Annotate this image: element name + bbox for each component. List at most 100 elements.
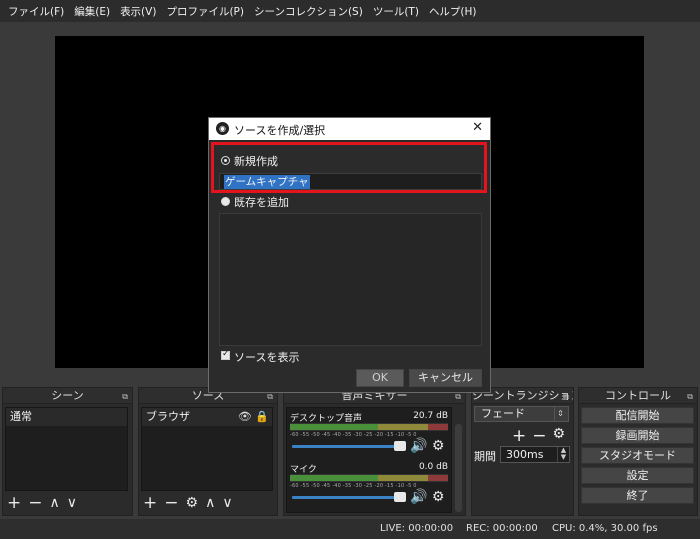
updown-arrow-icon: ⇕	[554, 407, 566, 421]
float-icon[interactable]: ⧉	[122, 389, 128, 404]
start-recording-button[interactable]: 録画開始	[581, 427, 694, 444]
existing-source-list[interactable]	[219, 213, 482, 346]
volume-slider[interactable]	[292, 496, 402, 499]
sources-toolbar: + − ⚙ ∧ ∨	[143, 493, 233, 513]
add-source-icon[interactable]: +	[143, 494, 157, 512]
sources-dock: ソース ⧉ ブラウザ 👁 🔒 + − ⚙ ∧ ∨	[138, 387, 278, 516]
menu-tools[interactable]: ツール(T)	[368, 4, 424, 19]
menu-view[interactable]: 表示(V)	[115, 4, 161, 19]
source-row-icons: 👁 🔒	[238, 408, 269, 425]
gear-icon[interactable]: ⚙	[553, 426, 566, 446]
transition-select-value: フェード	[481, 407, 525, 420]
source-item[interactable]: ブラウザ 👁 🔒	[142, 408, 272, 426]
gear-icon[interactable]: ⚙	[432, 438, 445, 454]
scenes-dock-body: 通常 + − ∧ ∨	[2, 404, 133, 516]
move-down-icon[interactable]: ∨	[222, 494, 232, 512]
create-new-label: 新規作成	[234, 155, 278, 168]
obs-logo-icon: ◉	[216, 122, 229, 135]
scenes-dock: シーン ⧉ 通常 + − ∧ ∨	[2, 387, 133, 516]
move-up-icon[interactable]: ∧	[205, 494, 215, 512]
meter-warn	[378, 424, 428, 430]
dialog-title: ソースを作成/選択	[234, 124, 326, 137]
add-existing-radio[interactable]	[221, 197, 230, 206]
remove-source-icon[interactable]: −	[164, 494, 178, 512]
volume-slider-handle[interactable]	[394, 492, 406, 502]
exit-button[interactable]: 終了	[581, 487, 694, 504]
duration-label: 期間	[474, 450, 496, 463]
menubar: ファイル(F) 編集(E) 表示(V) プロファイル(P) シーンコレクション(…	[0, 0, 700, 22]
transitions-dock: シーントランジション ⧉ フェード ⇕ + − ⚙ 期間 300ms ▲ ▼	[471, 387, 574, 516]
speaker-icon[interactable]: 🔊	[410, 489, 427, 505]
volume-meter	[290, 423, 448, 431]
float-icon[interactable]: ⧉	[687, 389, 693, 404]
menu-edit[interactable]: 編集(E)	[69, 4, 115, 19]
mixer-dock: 音声ミキサー ⧉ デスクトップ音声 20.7 dB -60 -55 -50 -4…	[283, 387, 466, 516]
controls-dock-title-text: コントロール	[605, 389, 671, 402]
gear-icon[interactable]: ⚙	[432, 489, 445, 505]
transitions-dock-body: フェード ⇕ + − ⚙ 期間 300ms ▲ ▼	[471, 404, 574, 516]
gear-icon[interactable]: ⚙	[186, 494, 199, 512]
remove-transition-icon[interactable]: −	[532, 426, 546, 446]
track-controls: 🔊 ⚙	[410, 438, 444, 454]
source-item-label: ブラウザ	[146, 410, 190, 423]
add-scene-icon[interactable]: +	[7, 494, 21, 512]
controls-dock-body: 配信開始 録画開始 スタジオモード 設定 終了	[578, 404, 698, 516]
scene-item[interactable]: 通常	[6, 408, 127, 426]
settings-button[interactable]: 設定	[581, 467, 694, 484]
speaker-icon[interactable]: 🔊	[410, 438, 427, 454]
create-new-radio[interactable]	[221, 156, 230, 165]
track-db: 20.7 dB	[413, 411, 448, 421]
controls-dock-title: コントロール ⧉	[578, 387, 698, 404]
move-up-icon[interactable]: ∧	[50, 494, 60, 512]
ok-button[interactable]: OK	[356, 369, 404, 387]
menu-scene-collection[interactable]: シーンコレクション(S)	[249, 4, 368, 19]
scenes-toolbar: + − ∧ ∨	[7, 493, 77, 513]
duration-value: 300ms	[506, 448, 544, 461]
create-source-dialog: ◉ ソースを作成/選択 ✕ 新規作成 ゲームキャプチャ 既存を追加 ソースを表示…	[208, 117, 491, 393]
menu-help[interactable]: ヘルプ(H)	[424, 4, 482, 19]
add-existing-label: 既存を追加	[234, 196, 289, 209]
add-transition-icon[interactable]: +	[512, 426, 526, 446]
spinner-icon[interactable]: ▲ ▼	[557, 447, 569, 462]
remove-scene-icon[interactable]: −	[28, 494, 42, 512]
dialog-titlebar[interactable]: ◉ ソースを作成/選択 ✕	[209, 118, 490, 140]
cancel-button[interactable]: キャンセル	[409, 369, 482, 387]
volume-slider-handle[interactable]	[394, 441, 406, 451]
float-icon[interactable]: ⧉	[563, 389, 569, 403]
meter-warn	[378, 475, 428, 481]
volume-meter	[290, 474, 448, 482]
mixer-track-desktop: デスクトップ音声 20.7 dB -60 -55 -50 -45 -40 -35…	[290, 411, 450, 461]
move-down-icon[interactable]: ∨	[67, 494, 77, 512]
menu-profile[interactable]: プロファイル(P)	[161, 4, 249, 19]
transition-select[interactable]: フェード ⇕	[474, 406, 569, 422]
volume-slider[interactable]	[292, 445, 402, 448]
meter-level	[290, 424, 378, 430]
rec-time: REC: 00:00:00	[466, 523, 538, 534]
track-db: 0.0 dB	[418, 462, 448, 472]
mixer-list: デスクトップ音声 20.7 dB -60 -55 -50 -45 -40 -35…	[286, 407, 452, 513]
source-list[interactable]: ブラウザ 👁 🔒	[141, 407, 273, 491]
studio-mode-button[interactable]: スタジオモード	[581, 447, 694, 464]
scenes-dock-title-text: シーン	[51, 389, 84, 402]
transition-toolbar: + − ⚙	[512, 426, 565, 446]
show-source-checkbox[interactable]	[221, 349, 230, 360]
meter-peak	[428, 475, 448, 481]
statusbar: LIVE: 00:00:00 REC: 00:00:00 CPU: 0.4%, …	[0, 519, 700, 539]
meter-level	[290, 475, 378, 481]
meter-peak	[428, 424, 448, 430]
start-streaming-button[interactable]: 配信開始	[581, 407, 694, 424]
mixer-track-mic: マイク 0.0 dB -60 -55 -50 -45 -40 -35 -30 -…	[290, 462, 450, 512]
lock-icon[interactable]: 🔒	[255, 410, 269, 423]
scene-list[interactable]: 通常	[5, 407, 128, 491]
sources-dock-body: ブラウザ 👁 🔒 + − ⚙ ∧ ∨	[138, 404, 278, 516]
mixer-dock-body: デスクトップ音声 20.7 dB -60 -55 -50 -45 -40 -35…	[283, 404, 466, 516]
close-icon[interactable]: ✕	[472, 120, 483, 135]
menu-file[interactable]: ファイル(F)	[3, 4, 69, 19]
duration-input[interactable]: 300ms ▲ ▼	[500, 446, 570, 463]
scenes-dock-title: シーン ⧉	[2, 387, 133, 404]
show-source-label: ソースを表示	[234, 351, 300, 364]
cpu-usage: CPU: 0.4%, 30.00 fps	[552, 523, 658, 534]
source-name-input[interactable]: ゲームキャプチャ	[219, 173, 482, 190]
mixer-scrollbar[interactable]	[455, 424, 462, 512]
eye-icon[interactable]: 👁	[238, 410, 252, 423]
